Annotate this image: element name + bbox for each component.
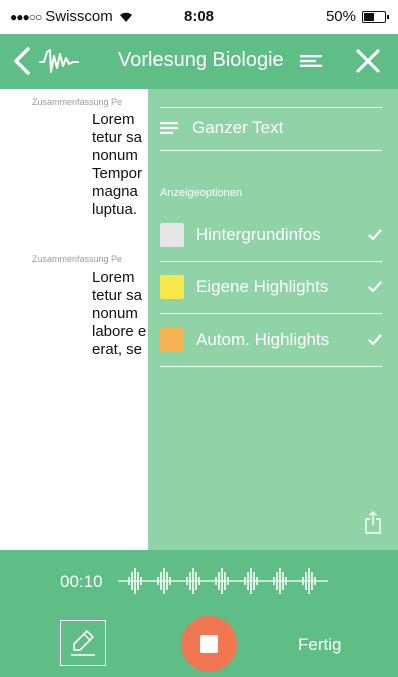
chevron-left-icon[interactable]	[10, 43, 36, 79]
full-text-option[interactable]: Ganzer Text	[160, 113, 283, 143]
close-icon[interactable]	[354, 47, 382, 75]
color-swatch	[160, 328, 184, 352]
highlighter-button[interactable]	[60, 620, 106, 666]
lines-icon[interactable]	[300, 54, 322, 68]
display-options-panel: Ganzer Text Anzeigeoptionen Hintergrundi…	[148, 89, 398, 550]
divider	[160, 366, 382, 367]
checkmark-icon	[368, 229, 382, 241]
summary-label: Zusammenfassung Pe	[32, 254, 123, 264]
color-swatch	[160, 275, 184, 299]
stop-record-button[interactable]	[181, 616, 237, 672]
status-bar: ●●●○○ Swisscom 8:08 50%	[0, 0, 398, 34]
divider	[160, 150, 382, 151]
lines-icon	[160, 122, 178, 134]
stop-icon	[200, 635, 218, 653]
option-label: Eigene Highlights	[196, 277, 329, 296]
waveform-icon	[118, 568, 328, 594]
option-background-info[interactable]: Hintergrundinfos	[160, 215, 382, 255]
option-own-highlights[interactable]: Eigene Highlights	[160, 267, 382, 307]
nav-bar: Vorlesung Biologie	[0, 34, 398, 89]
battery-icon	[362, 10, 389, 23]
section-label: Anzeigeoptionen	[160, 187, 242, 199]
option-auto-highlights[interactable]: Autom. Highlights	[160, 320, 382, 360]
divider	[160, 107, 382, 108]
checkmark-icon	[368, 334, 382, 346]
color-swatch	[160, 223, 184, 247]
divider	[160, 261, 382, 262]
full-text-label: Ganzer Text	[192, 118, 284, 137]
divider	[160, 313, 382, 314]
page-title: Vorlesung Biologie	[118, 49, 284, 71]
recording-timer: 00:10	[60, 572, 103, 591]
option-label: Hintergrundinfos	[196, 225, 321, 244]
done-button[interactable]: Fertig	[298, 635, 341, 655]
summary-label: Zusammenfassung Pe	[32, 97, 123, 107]
waveform-logo-icon	[39, 49, 79, 73]
battery-group: 50%	[325, 8, 389, 25]
highlighter-icon	[71, 630, 95, 656]
battery-percent: 50%	[325, 8, 356, 25]
share-icon[interactable]	[364, 510, 382, 534]
option-label: Autom. Highlights	[196, 330, 330, 349]
recording-toolbar: 00:10 Fertig	[0, 550, 398, 677]
checkmark-icon	[368, 281, 382, 293]
